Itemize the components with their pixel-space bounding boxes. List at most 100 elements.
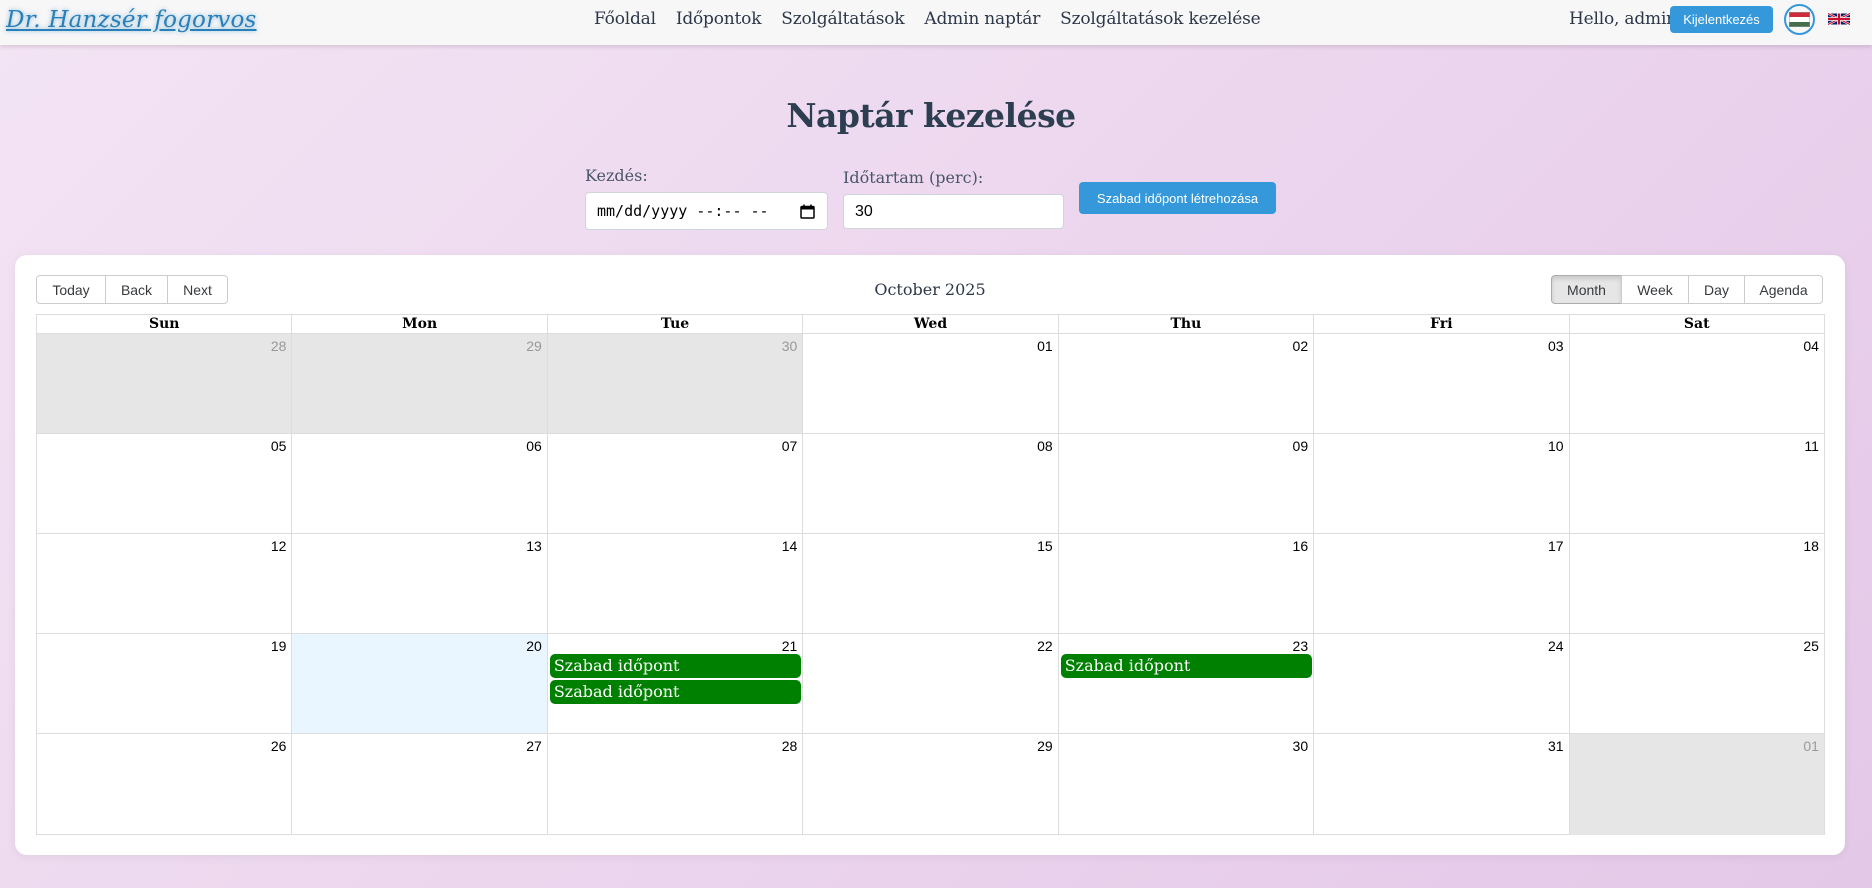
day-number[interactable]: 01 <box>1803 738 1819 754</box>
day-number[interactable]: 01 <box>1037 338 1053 354</box>
day-number[interactable]: 27 <box>526 738 542 754</box>
day-cell[interactable]: 09 <box>1057 434 1313 533</box>
calendar-event[interactable]: Szabad időpont <box>549 654 802 678</box>
day-number[interactable]: 04 <box>1803 338 1819 354</box>
day-cell[interactable]: 28 <box>546 734 802 835</box>
day-cell[interactable]: 29 <box>802 734 1057 835</box>
day-cell[interactable]: 26 <box>37 734 291 835</box>
day-number[interactable]: 20 <box>526 638 542 654</box>
day-cell[interactable]: 05 <box>37 434 291 533</box>
day-cell[interactable]: 23 Szabad időpont <box>1057 634 1313 733</box>
day-number[interactable]: 18 <box>1803 538 1819 554</box>
day-cell-today[interactable]: 20 <box>291 634 547 733</box>
day-cell[interactable]: 29 <box>291 334 547 433</box>
day-cell[interactable]: 14 <box>546 534 802 633</box>
day-cell[interactable]: 03 <box>1313 334 1568 433</box>
day-cell[interactable]: 06 <box>291 434 546 533</box>
day-number[interactable]: 29 <box>1037 738 1053 754</box>
day-cell[interactable]: 15 <box>802 534 1057 633</box>
nav-link-services[interactable]: Szolgáltatások <box>781 9 904 29</box>
calendar-picker-icon[interactable] <box>800 204 815 223</box>
day-cell[interactable]: 13 <box>291 534 546 633</box>
day-cell[interactable]: 30 <box>1057 734 1313 835</box>
day-cell[interactable]: 31 <box>1313 734 1568 835</box>
day-number[interactable]: 16 <box>1293 538 1309 554</box>
day-number[interactable]: 13 <box>526 538 542 554</box>
weekday-header: Mon <box>291 315 546 333</box>
weekday-header: Wed <box>802 315 1057 333</box>
calendar-event[interactable]: Szabad időpont <box>1060 654 1313 678</box>
day-number[interactable]: 28 <box>271 338 287 354</box>
day-cell[interactable]: 02 <box>1057 334 1313 433</box>
day-cell[interactable]: 01 <box>1568 734 1824 835</box>
day-number[interactable]: 31 <box>1548 738 1564 754</box>
day-number[interactable]: 09 <box>1293 438 1309 454</box>
view-week-button[interactable]: Week <box>1621 275 1689 304</box>
uk-flag-icon[interactable] <box>1827 11 1851 26</box>
day-number[interactable]: 07 <box>782 438 798 454</box>
day-number[interactable]: 22 <box>1037 638 1053 654</box>
start-label: Kezdés: <box>585 166 648 185</box>
day-cell[interactable]: 17 <box>1313 534 1568 633</box>
day-number[interactable]: 29 <box>526 338 542 354</box>
hungarian-flag-icon[interactable] <box>1784 4 1815 35</box>
day-cell[interactable]: 01 <box>802 334 1057 433</box>
duration-value: 30 <box>855 202 873 220</box>
day-cell[interactable]: 11 <box>1568 434 1824 533</box>
view-agenda-button[interactable]: Agenda <box>1744 275 1823 304</box>
day-number[interactable]: 23 <box>1293 638 1309 654</box>
day-cell[interactable]: 30 <box>546 334 803 433</box>
day-number[interactable]: 30 <box>1293 738 1309 754</box>
view-month-button[interactable]: Month <box>1551 275 1622 304</box>
day-cell[interactable]: 08 <box>802 434 1057 533</box>
day-cell[interactable]: 24 <box>1313 634 1568 733</box>
day-number[interactable]: 17 <box>1548 538 1564 554</box>
day-cell[interactable]: 16 <box>1057 534 1313 633</box>
nav-link-home[interactable]: Főoldal <box>594 9 656 29</box>
week-row: 12 13 14 15 16 17 18 <box>37 534 1824 634</box>
day-number[interactable]: 19 <box>271 638 287 654</box>
day-cell[interactable]: 19 <box>37 634 291 733</box>
calendar-view-buttons: Month Week Day Agenda <box>1551 275 1823 304</box>
day-number[interactable]: 06 <box>526 438 542 454</box>
day-number[interactable]: 10 <box>1548 438 1564 454</box>
day-cell[interactable]: 07 <box>546 434 802 533</box>
day-number[interactable]: 30 <box>782 338 798 354</box>
day-number[interactable]: 24 <box>1548 638 1564 654</box>
day-number[interactable]: 26 <box>271 738 287 754</box>
day-number[interactable]: 03 <box>1548 338 1564 354</box>
calendar-event[interactable]: Szabad időpont <box>549 680 802 704</box>
start-datetime-input[interactable]: mm/dd/yyyy --:-- -- <box>585 192 828 230</box>
nav-link-manage-services[interactable]: Szolgáltatások kezelése <box>1060 9 1261 29</box>
weekday-header: Tue <box>546 315 802 333</box>
weekday-header: Fri <box>1313 315 1568 333</box>
top-navbar: Dr. Hanzsér fogorvos Főoldal Időpontok S… <box>0 0 1872 45</box>
day-number[interactable]: 28 <box>782 738 798 754</box>
day-number[interactable]: 14 <box>782 538 798 554</box>
day-cell[interactable]: 12 <box>37 534 291 633</box>
day-cell[interactable]: 04 <box>1568 334 1824 433</box>
day-number[interactable]: 05 <box>271 438 287 454</box>
view-day-button[interactable]: Day <box>1688 275 1745 304</box>
day-number[interactable]: 11 <box>1804 438 1819 454</box>
duration-input[interactable]: 30 <box>843 194 1064 229</box>
brand-logo[interactable]: Dr. Hanzsér fogorvos <box>6 7 257 33</box>
nav-link-appointments[interactable]: Időpontok <box>676 9 762 29</box>
day-cell[interactable]: 21 Szabad időpont Szabad időpont <box>546 634 802 733</box>
start-datetime-value: mm/dd/yyyy --:-- -- <box>597 202 769 220</box>
day-number[interactable]: 08 <box>1037 438 1053 454</box>
day-number[interactable]: 21 <box>782 638 798 654</box>
day-number[interactable]: 15 <box>1037 538 1053 554</box>
day-number[interactable]: 02 <box>1293 338 1309 354</box>
logout-button[interactable]: Kijelentkezés <box>1670 6 1773 33</box>
day-cell[interactable]: 25 <box>1568 634 1824 733</box>
day-cell[interactable]: 27 <box>291 734 546 835</box>
nav-link-admin-calendar[interactable]: Admin naptár <box>924 9 1040 29</box>
create-free-slot-button[interactable]: Szabad időpont létrehozása <box>1079 182 1276 214</box>
day-number[interactable]: 12 <box>271 538 287 554</box>
day-number[interactable]: 25 <box>1803 638 1819 654</box>
day-cell[interactable]: 28 <box>37 334 292 433</box>
day-cell[interactable]: 18 <box>1568 534 1824 633</box>
day-cell[interactable]: 22 <box>802 634 1057 733</box>
day-cell[interactable]: 10 <box>1313 434 1568 533</box>
